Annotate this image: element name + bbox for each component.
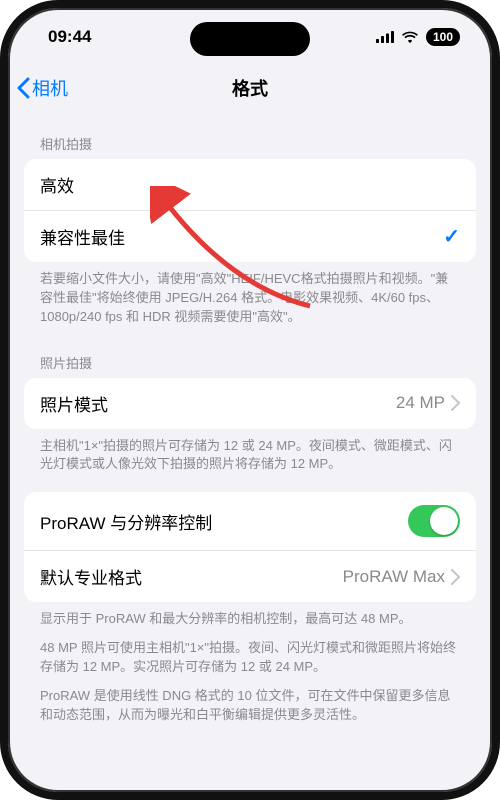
row-value-text: 24 MP — [396, 393, 445, 413]
dynamic-island — [190, 22, 310, 56]
row-value: ProRAW Max — [343, 567, 460, 587]
chevron-right-icon — [451, 395, 460, 411]
back-button[interactable]: 相机 — [16, 75, 68, 101]
row-photo-mode[interactable]: 照片模式 24 MP — [24, 378, 476, 429]
footer-proraw-3: ProRAW 是使用线性 DNG 格式的 10 位文件，可在文件中保留更多信息和… — [24, 687, 476, 743]
row-high-efficiency[interactable]: 高效 — [24, 159, 476, 211]
phone-frame: 09:44 100 相机 格式 相机拍摄 高效 兼容性最佳 ✓ 若要缩小文件大小… — [0, 0, 500, 800]
row-default-format[interactable]: 默认专业格式 ProRAW Max — [24, 551, 476, 602]
status-icons: 100 — [376, 28, 460, 46]
nav-bar: 相机 格式 — [8, 66, 492, 110]
section-header-photo: 照片拍摄 — [24, 345, 476, 378]
row-label: 照片模式 — [40, 391, 108, 416]
group-proraw: ProRAW 与分辨率控制 默认专业格式 ProRAW Max — [24, 492, 476, 602]
row-label: 兼容性最佳 — [40, 224, 125, 249]
content-scroll[interactable]: 相机拍摄 高效 兼容性最佳 ✓ 若要缩小文件大小，请使用"高效"HEIF/HEV… — [8, 110, 492, 792]
footer-proraw-1: 显示用于 ProRAW 和最大分辨率的相机控制，最高可达 48 MP。 — [24, 602, 476, 639]
section-header-capture: 相机拍摄 — [24, 126, 476, 159]
row-value: 24 MP — [396, 393, 460, 413]
row-label: ProRAW 与分辨率控制 — [40, 509, 212, 534]
row-label: 默认专业格式 — [40, 564, 142, 589]
cellular-icon — [376, 31, 394, 43]
toggle-proraw[interactable] — [408, 505, 460, 537]
checkmark-icon: ✓ — [443, 224, 460, 249]
group-photo: 照片模式 24 MP — [24, 378, 476, 429]
group-capture: 高效 兼容性最佳 ✓ — [24, 159, 476, 262]
chevron-right-icon — [451, 569, 460, 585]
footer-photo: 主相机"1×"拍摄的照片可存储为 12 或 24 MP。夜间模式、微距模式、闪光… — [24, 429, 476, 493]
toggle-knob — [430, 507, 458, 535]
row-most-compatible[interactable]: 兼容性最佳 ✓ — [24, 211, 476, 262]
footer-proraw-2: 48 MP 照片可使用主相机"1×"拍摄。夜间、闪光灯模式和微距照片将始终存储为… — [24, 639, 476, 687]
back-label: 相机 — [32, 75, 68, 101]
row-label: 高效 — [40, 172, 74, 197]
chevron-left-icon — [16, 77, 30, 99]
footer-capture: 若要缩小文件大小，请使用"高效"HEIF/HEVC格式拍摄照片和视频。"兼容性最… — [24, 262, 476, 345]
row-value-text: ProRAW Max — [343, 567, 445, 587]
battery-icon: 100 — [426, 28, 460, 46]
row-proraw-control[interactable]: ProRAW 与分辨率控制 — [24, 492, 476, 551]
status-time: 09:44 — [48, 27, 91, 47]
wifi-icon — [401, 31, 419, 44]
page-title: 格式 — [8, 75, 492, 101]
